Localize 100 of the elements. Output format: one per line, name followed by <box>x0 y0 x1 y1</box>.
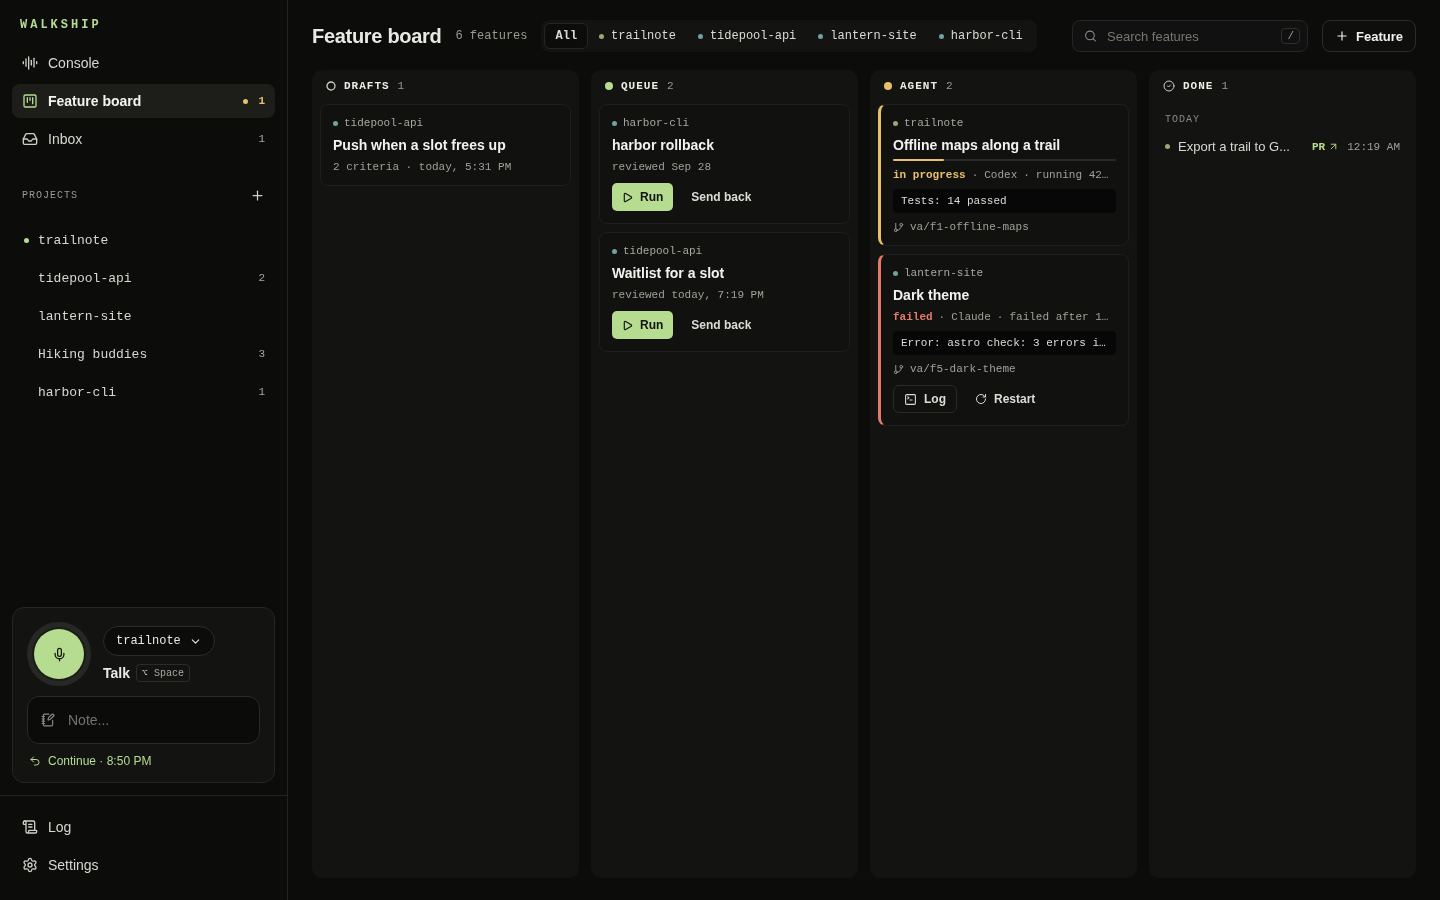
project-tag: harbor-cli <box>612 117 837 129</box>
run-button[interactable]: Run <box>612 311 674 339</box>
status-dot <box>605 82 613 90</box>
project-count: 3 <box>258 348 265 360</box>
nav-item[interactable]: Feature board 1 <box>12 84 275 118</box>
filter-tab[interactable]: trailnote <box>588 23 687 49</box>
feature-card[interactable]: tidepool-api Push when a slot frees up 2 criteria · today, 5:31 PM <box>320 104 571 186</box>
project-tag: lantern-site <box>893 267 1116 279</box>
add-feature-button[interactable]: Feature <box>1322 20 1416 52</box>
done-title: Export a trail to G... <box>1178 139 1291 154</box>
send-back-button[interactable]: Send back <box>683 183 760 211</box>
play-icon <box>622 319 633 331</box>
column-count: 1 <box>1221 80 1228 92</box>
separator-dot: · <box>996 311 1004 323</box>
add-icon[interactable] <box>250 188 265 203</box>
nav-count: 1 <box>258 95 265 107</box>
send-back-button[interactable]: Send back <box>683 311 760 339</box>
run-button[interactable]: Run <box>612 183 674 211</box>
filter-tab[interactable]: lantern-site <box>807 23 928 49</box>
project-item[interactable]: tidepool-api 2 <box>12 259 275 297</box>
nav-item[interactable]: Settings <box>12 848 275 882</box>
card-title: Offline maps along a trail <box>893 137 1062 153</box>
card-meta: reviewed Sep 28 <box>612 161 713 173</box>
project-item[interactable]: trailnote <box>12 221 275 259</box>
status-detail: Codex <box>984 169 1018 181</box>
filter-tab[interactable]: tidepool-api <box>686 23 808 49</box>
project-select[interactable]: trailnote <box>103 626 215 656</box>
filter-tab[interactable]: All <box>544 23 589 49</box>
talk-label: Talk <box>103 665 130 681</box>
column-count: 2 <box>946 80 953 92</box>
feature-card[interactable]: trailnote Offline maps along a trail in progress · Codex · running 42… Tests: 14 passed va/f1-offline-maps <box>878 104 1129 246</box>
project-count: 1 <box>258 386 265 398</box>
restart-icon <box>975 393 987 405</box>
page-title: Feature board <box>312 24 442 48</box>
feature-card[interactable]: harbor-cli harbor rollback reviewed Sep 28 Run Send back <box>599 104 850 224</box>
status-detail: running 42… <box>1035 169 1109 181</box>
column-count: 2 <box>667 80 674 92</box>
column-count: 1 <box>397 80 405 92</box>
play-icon <box>622 191 633 203</box>
status-text: failed <box>893 311 933 323</box>
undo-icon <box>29 755 41 767</box>
feature-card[interactable]: tidepool-api Waitlist for a slot reviewed today, 7:19 PM Run Send back <box>599 232 850 352</box>
column-title: QUEUE <box>621 80 659 92</box>
nav-count: 1 <box>258 133 265 145</box>
project-item[interactable]: lantern-site <box>12 297 275 335</box>
separator-dot: · <box>938 311 946 323</box>
brand-logo: WALKSHIP <box>19 18 103 34</box>
project-tag: trailnote <box>893 117 1116 129</box>
plus-icon <box>1335 29 1350 43</box>
card-meta: reviewed today, 7:19 PM <box>612 289 765 301</box>
project-count: 2 <box>258 272 265 284</box>
done-item[interactable]: Export a trail to G... PR 12:19 AM <box>1157 139 1408 154</box>
nav-item[interactable]: Console <box>12 46 275 80</box>
microphone-icon <box>51 646 67 662</box>
card-title: Dark theme <box>893 287 971 303</box>
separator-dot: · <box>971 169 979 181</box>
check-circle-icon <box>1163 80 1175 92</box>
shortcut-key: ⌥ Space <box>136 664 190 682</box>
empty-circle-icon <box>326 81 336 91</box>
project-item[interactable]: Hiking buddies 3 <box>12 335 275 373</box>
inbox-icon <box>22 131 38 147</box>
section-heading: PROJECTS <box>22 190 78 201</box>
pr-link[interactable]: PR <box>1312 140 1340 153</box>
branch-icon <box>893 363 904 375</box>
restart-button[interactable]: Restart <box>967 385 1044 413</box>
column-title: DRAFTS <box>344 80 390 92</box>
card-title: Push when a slot frees up <box>333 137 507 153</box>
branch-icon <box>893 221 904 233</box>
separator-dot: · <box>1023 169 1030 181</box>
status-text: in progress <box>893 169 966 181</box>
project-tag: tidepool-api <box>612 245 837 257</box>
status-detail: Claude <box>951 311 991 323</box>
filter-tab[interactable]: harbor-cli <box>927 23 1034 49</box>
note-field[interactable]: Note... <box>27 696 260 744</box>
nav-item[interactable]: Log <box>12 810 275 844</box>
note-icon <box>41 713 55 727</box>
card-meta: 2 criteria · today, 5:31 PM <box>333 161 513 173</box>
board-icon <box>22 93 38 109</box>
card-title: harbor rollback <box>612 137 715 153</box>
log-button[interactable]: Log <box>893 385 957 413</box>
mic-button[interactable] <box>34 629 84 679</box>
continue-link[interactable]: Continue · 8:50 PM <box>27 754 260 768</box>
card-title: Waitlist for a slot <box>612 265 726 281</box>
project-item[interactable]: harbor-cli 1 <box>12 373 275 411</box>
terminal-icon <box>904 392 917 406</box>
status-dot <box>884 82 892 90</box>
search-icon <box>1084 29 1098 43</box>
project-tag: tidepool-api <box>333 117 558 129</box>
branch-label: va/f1-offline-maps <box>893 221 1116 233</box>
group-heading: TODAY <box>1164 113 1201 127</box>
nav-item[interactable]: Inbox 1 <box>12 122 275 156</box>
column-title: AGENT <box>900 80 938 92</box>
feature-card[interactable]: lantern-site Dark theme failed · Claude · failed after 1… Error: astro check: 3 errors i… va/f5-dark-theme Log Restart <box>878 254 1129 426</box>
settings-icon <box>22 857 38 873</box>
waveform-icon <box>22 55 38 71</box>
done-time: 12:19 AM <box>1347 140 1400 153</box>
feature-count: 6 features <box>455 29 528 43</box>
status-detail: failed after 1… <box>1009 311 1109 323</box>
branch-label: va/f5-dark-theme <box>893 363 1116 375</box>
log-icon <box>22 819 38 835</box>
